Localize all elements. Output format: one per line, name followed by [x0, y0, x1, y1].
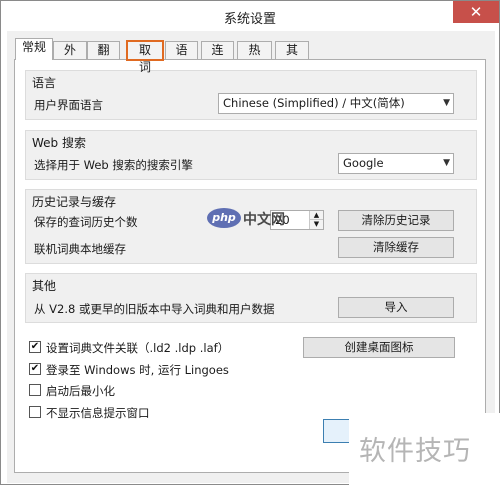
minimize-on-start-checkbox[interactable]: [29, 384, 41, 396]
tab-word-capture[interactable]: 取词: [126, 40, 164, 74]
cache-label: 联机词典本地缓存: [34, 242, 126, 256]
group-title: Web 搜索: [32, 136, 86, 150]
tab-other[interactable]: 其他: [275, 41, 309, 74]
ui-language-value: Chinese (Simplified) / 中文(简体): [223, 96, 405, 110]
import-label: 从 V2.8 或更早的旧版本中导入词典和用户数据: [34, 302, 275, 316]
clear-history-button[interactable]: 清除历史记录: [338, 210, 454, 231]
search-engine-label: 选择用于 Web 搜索的搜索引擎: [34, 158, 193, 172]
settings-window: 系统设置 ✕ 常规 外观 翻译 取词 语音 连接 热键 其他 语言 用户界面语言…: [0, 0, 500, 486]
group-title: 历史记录与缓存: [32, 195, 117, 209]
create-desktop-icon-button[interactable]: 创建桌面图标: [303, 337, 455, 358]
hide-tips-label: 不显示信息提示窗口: [46, 406, 150, 420]
import-button[interactable]: 导入: [338, 297, 454, 318]
php-logo-text: 中文网: [243, 212, 285, 228]
tab-translate[interactable]: 翻译: [87, 41, 120, 74]
file-association-label: 设置词典文件关联（.ld2 .ldp .laf）: [46, 341, 230, 355]
watermark: 软件技巧: [349, 413, 500, 486]
history-count-label: 保存的查词历史个数: [34, 215, 138, 229]
tab-general[interactable]: 常规: [15, 38, 53, 60]
run-on-login-checkbox[interactable]: ✔: [29, 363, 41, 375]
stepper-down-icon[interactable]: ▼: [309, 220, 323, 229]
search-engine-select[interactable]: Google ▼: [338, 153, 454, 174]
ui-language-label: 用户界面语言: [34, 98, 103, 112]
search-engine-value: Google: [343, 156, 384, 170]
general-tab-panel: 语言 用户界面语言 Chinese (Simplified) / 中文(简体) …: [14, 59, 486, 473]
hide-tips-checkbox[interactable]: [29, 406, 41, 418]
php-logo-mark: php: [207, 208, 241, 228]
web-search-group: Web 搜索 选择用于 Web 搜索的搜索引擎 Google ▼: [25, 130, 477, 180]
stepper-up-icon[interactable]: ▲: [309, 211, 323, 220]
language-group: 语言 用户界面语言 Chinese (Simplified) / 中文(简体) …: [25, 70, 477, 120]
ui-language-select[interactable]: Chinese (Simplified) / 中文(简体) ▼: [218, 93, 454, 114]
tab-speech[interactable]: 语音: [165, 41, 198, 74]
other-group: 其他 从 V2.8 或更早的旧版本中导入词典和用户数据 导入: [25, 273, 477, 323]
tab-hotkeys[interactable]: 热键: [237, 41, 272, 74]
close-icon[interactable]: ✕: [453, 1, 499, 23]
window-title: 系统设置: [223, 12, 276, 27]
chevron-down-icon: ▼: [443, 158, 450, 168]
watermark-text: 软件技巧: [359, 436, 471, 467]
php-logo: php 中文网: [207, 207, 297, 229]
file-association-checkbox[interactable]: ✔: [29, 341, 41, 353]
minimize-on-start-label: 启动后最小化: [46, 384, 115, 398]
group-title: 其他: [32, 279, 57, 293]
title-bar: 系统设置 ✕: [1, 1, 499, 31]
group-title: 语言: [32, 76, 57, 90]
chevron-down-icon: ▼: [443, 98, 450, 108]
clear-cache-button[interactable]: 清除缓存: [338, 237, 454, 258]
tab-appearance[interactable]: 外观: [53, 41, 87, 74]
run-on-login-label: 登录至 Windows 时, 运行 Lingoes: [46, 363, 229, 377]
tab-connection[interactable]: 连接: [201, 41, 234, 74]
